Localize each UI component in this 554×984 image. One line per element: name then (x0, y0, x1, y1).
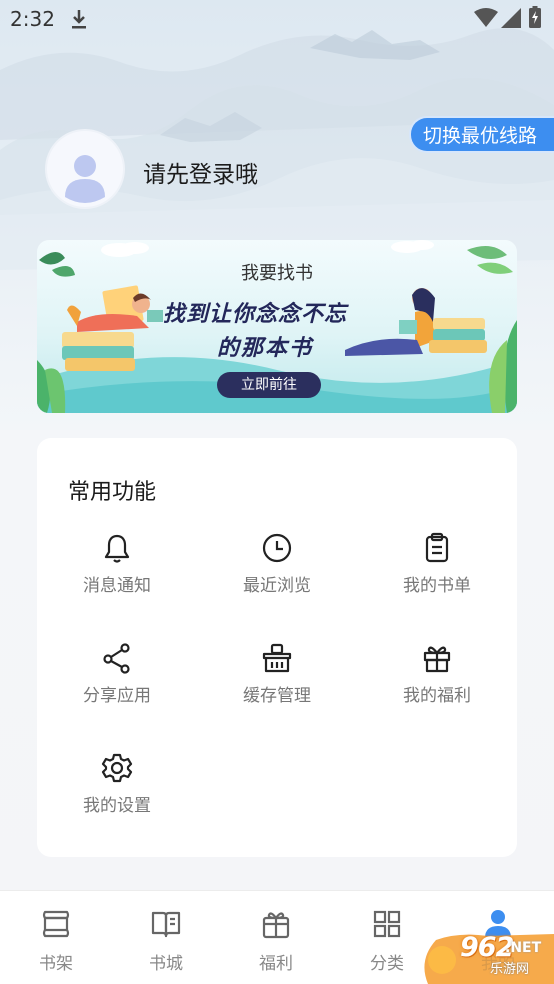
signal-icon (501, 8, 521, 28)
gift-icon (262, 912, 290, 939)
wifi-icon (474, 8, 498, 27)
nav-label: 书架 (39, 954, 73, 974)
common-functions-card: 常用功能 消息通知 最近浏览 我的书单 分享应用 缓存管理 我的福利 我的设置 (37, 438, 517, 857)
func-booklist[interactable]: 我的书单 (377, 532, 497, 622)
func-label: 最近浏览 (243, 576, 311, 596)
func-recent[interactable]: 最近浏览 (217, 532, 337, 622)
func-label: 我的设置 (83, 796, 151, 816)
func-label: 我的书单 (403, 576, 471, 596)
nav-welfare[interactable]: 福利 (221, 891, 331, 984)
gift-icon (423, 646, 451, 673)
watermark-sub: 乐游网 (490, 962, 530, 977)
nav-label: 福利 (259, 954, 293, 974)
func-notifications[interactable]: 消息通知 (57, 532, 177, 622)
func-label: 我的福利 (403, 686, 471, 706)
grid-icon (373, 910, 401, 938)
func-label: 消息通知 (83, 576, 151, 596)
switch-line-button[interactable]: 切换最优线路 (409, 116, 554, 153)
func-share[interactable]: 分享应用 (57, 642, 177, 732)
avatar[interactable] (47, 131, 123, 207)
clock-icon (262, 533, 292, 563)
user-avatar-icon (65, 155, 105, 203)
banner-subtitle: 我要找书 (241, 263, 313, 284)
func-label: 分享应用 (83, 686, 151, 706)
bookshelf-icon (42, 910, 70, 938)
watermark-suffix: .NET (505, 940, 542, 956)
basket-icon (262, 643, 292, 673)
func-welfare[interactable]: 我的福利 (377, 642, 497, 732)
status-bar: 2:32 (0, 0, 554, 38)
nav-bookstore[interactable]: 书城 (111, 891, 221, 984)
login-prompt[interactable]: 请先登录哦 (143, 155, 258, 189)
func-label: 缓存管理 (243, 686, 311, 706)
banner-headline-1: 找到让你念念不忘 (163, 302, 348, 327)
nav-label: 书城 (149, 954, 183, 974)
find-book-banner[interactable]: 我要找书 找到让你念念不忘 的那本书 立即前往 (37, 240, 517, 413)
go-now-button[interactable]: 立即前往 (217, 372, 321, 398)
banner-headline-2: 的那本书 (217, 336, 314, 361)
bell-icon (104, 534, 130, 563)
status-time: 2:32 (10, 7, 55, 31)
card-title: 常用功能 (68, 480, 157, 505)
nav-bookshelf[interactable]: 书架 (1, 891, 111, 984)
clipboard-icon (425, 532, 449, 563)
share-icon (103, 643, 130, 674)
download-icon (72, 10, 86, 29)
gear-icon (101, 753, 133, 783)
book-icon (151, 911, 181, 938)
func-cache[interactable]: 缓存管理 (217, 642, 337, 732)
battery-icon (529, 6, 541, 28)
func-settings[interactable]: 我的设置 (57, 752, 177, 842)
